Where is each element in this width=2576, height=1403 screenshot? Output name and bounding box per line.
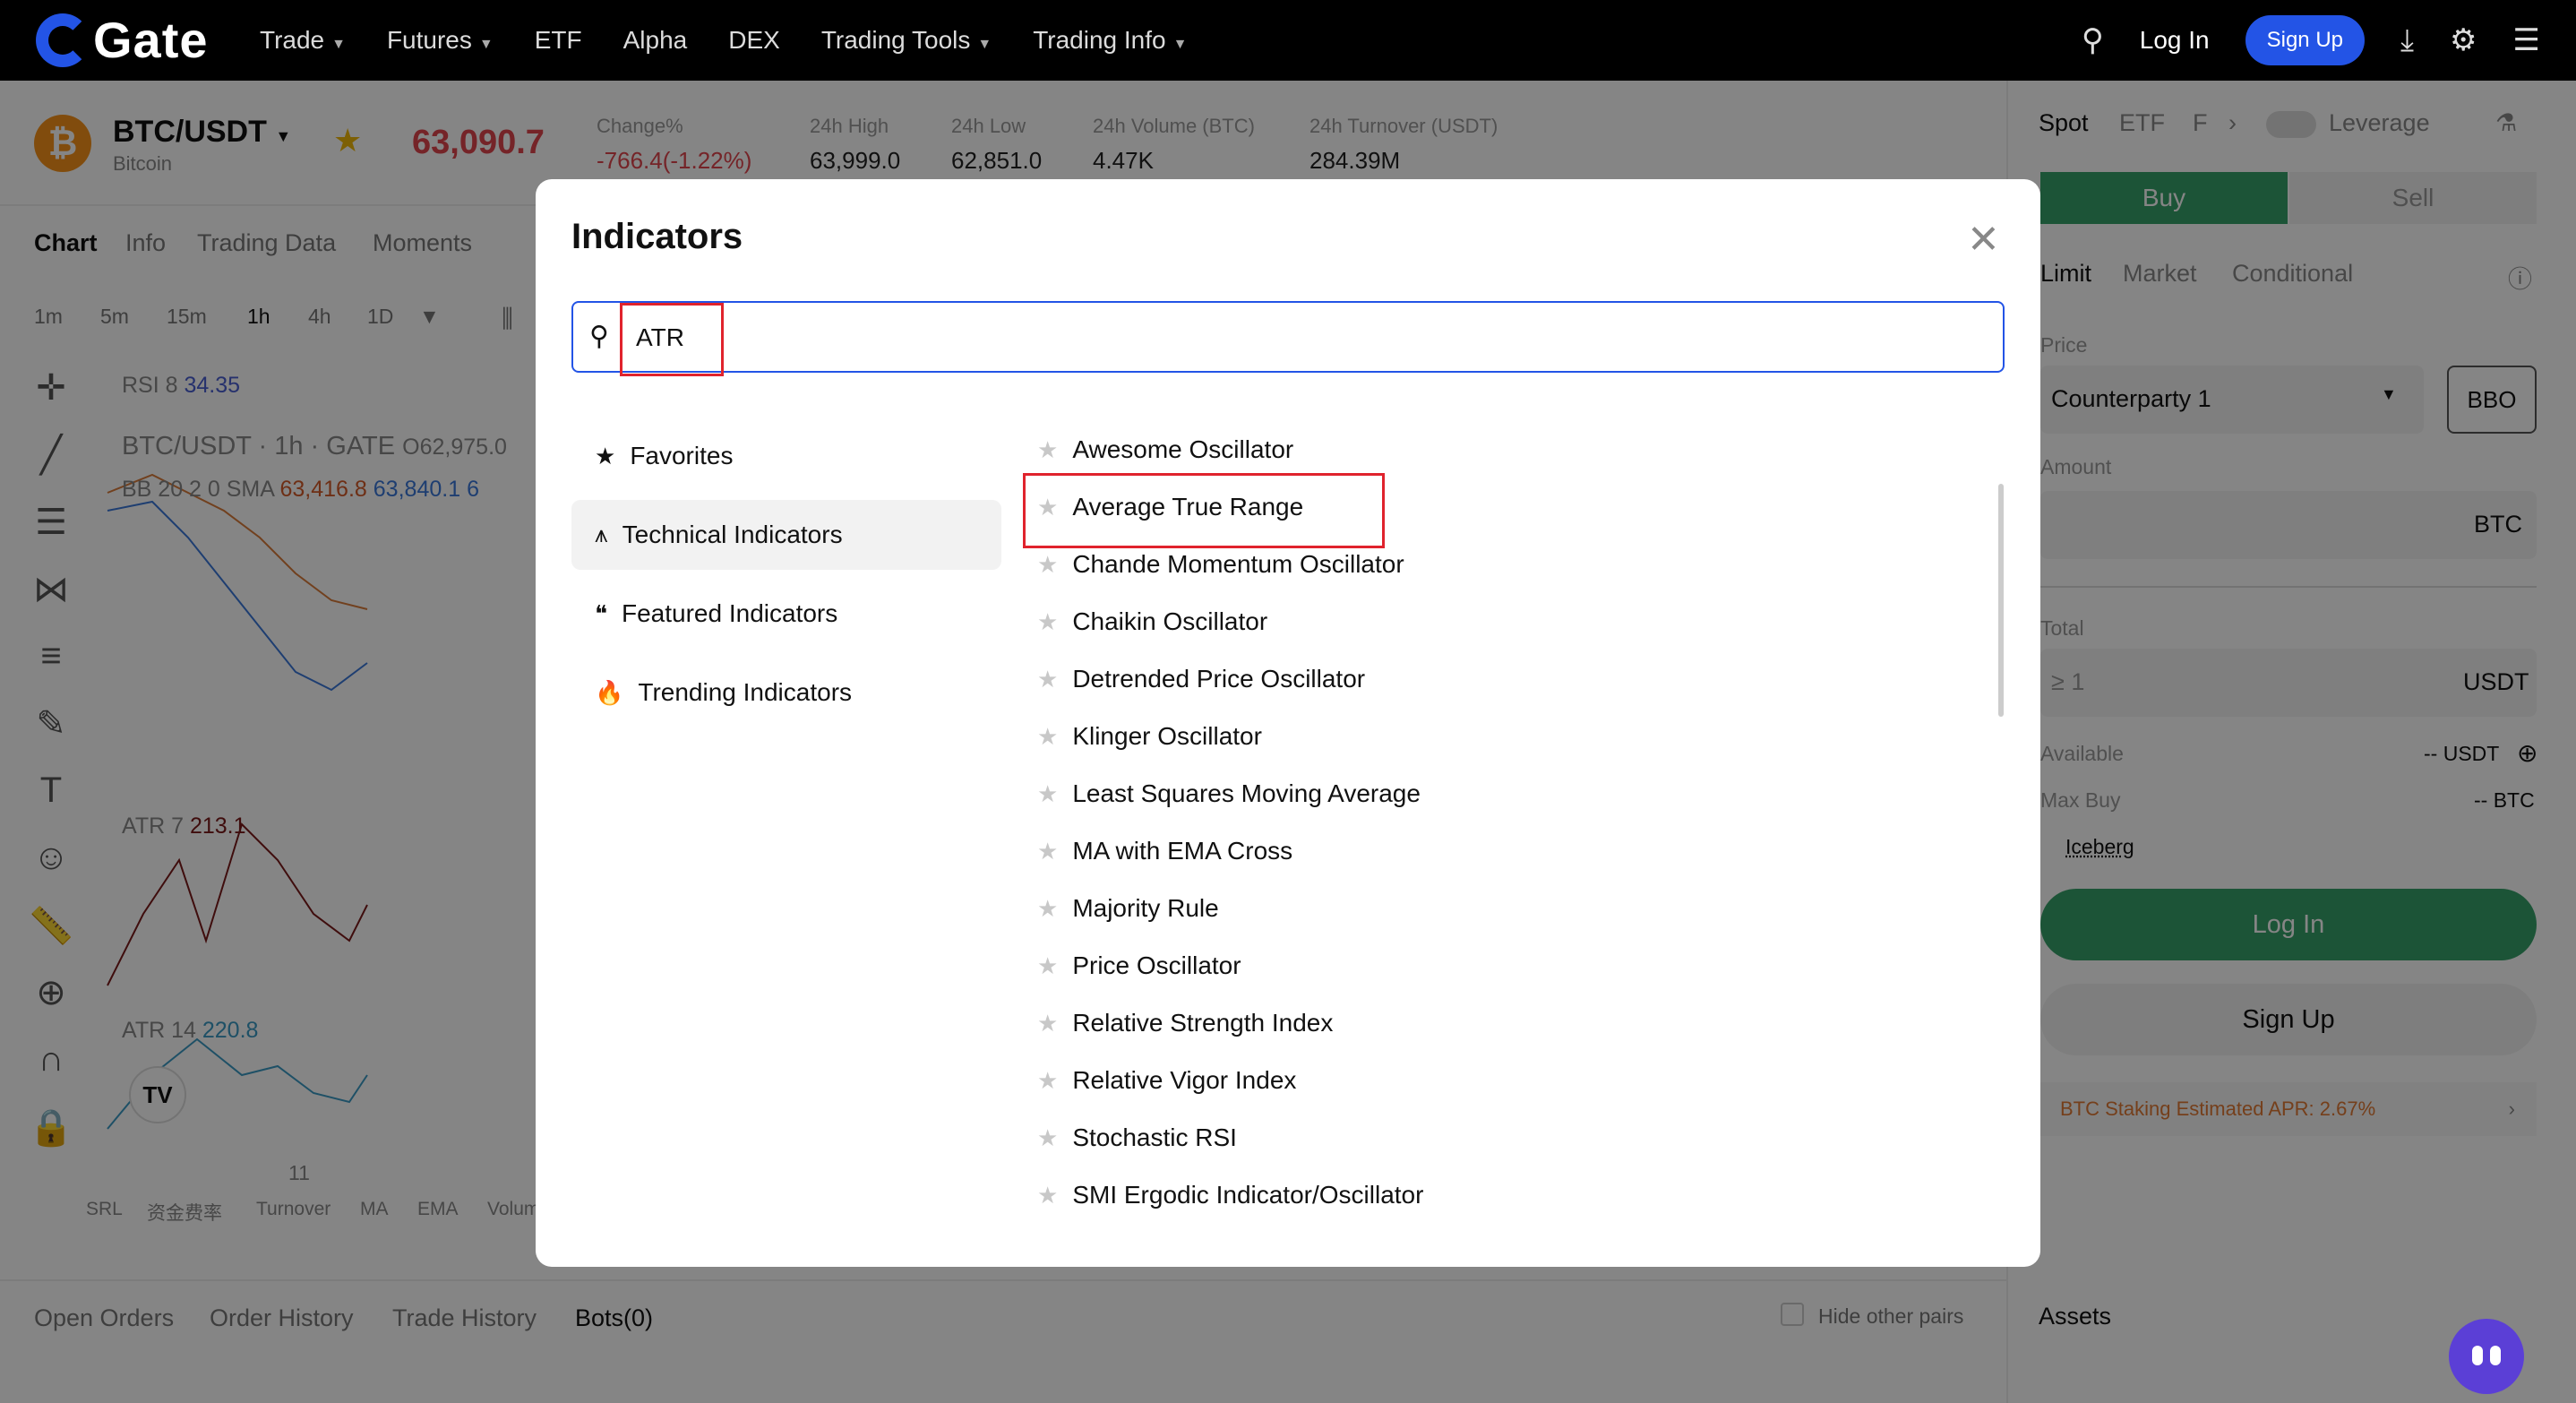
indicator-item[interactable]: ★ Least Squares Moving Average bbox=[1037, 776, 1421, 812]
indicator-search: ⚲ bbox=[571, 301, 2005, 373]
indicator-item[interactable]: ★ Chande Momentum Oscillator bbox=[1037, 547, 1404, 582]
indicator-search-input[interactable] bbox=[636, 315, 1979, 360]
settings-icon[interactable]: ⚙ bbox=[2450, 22, 2477, 58]
signup-button[interactable]: Sign Up bbox=[2245, 15, 2365, 65]
favorite-star-icon[interactable]: ★ bbox=[1037, 666, 1058, 693]
chevron-down-icon: ▼ bbox=[331, 37, 346, 52]
indicator-item[interactable]: ★ SMI Ergodic Indicator/Oscillator bbox=[1037, 1177, 1423, 1213]
indicator-name: SMI Ergodic Indicator/Oscillator bbox=[1072, 1181, 1424, 1209]
indicator-name: Majority Rule bbox=[1072, 894, 1219, 922]
favorite-star-icon[interactable]: ★ bbox=[1037, 1124, 1058, 1152]
menu-icon[interactable]: ☰ bbox=[2513, 22, 2540, 58]
indicator-item[interactable]: ★ Chaikin Oscillator bbox=[1037, 604, 1267, 640]
search-icon: ⚲ bbox=[589, 322, 609, 351]
close-icon[interactable]: ✕ bbox=[1967, 217, 2000, 263]
category-featured-indicators[interactable]: ❝ Featured Indicators bbox=[571, 579, 1001, 649]
category-label: Trending Indicators bbox=[638, 678, 853, 706]
indicator-item[interactable]: ★ Relative Strength Index bbox=[1037, 1005, 1333, 1041]
favorite-star-icon[interactable]: ★ bbox=[1037, 895, 1058, 923]
top-right-actions: ⚲ Log In Sign Up ⤓ ⚙ ☰ bbox=[2082, 0, 2540, 81]
indicator-item[interactable]: ★ Majority Rule bbox=[1037, 891, 1219, 926]
indicator-name: Klinger Oscillator bbox=[1072, 722, 1262, 750]
category-favorites[interactable]: ★ Favorites bbox=[571, 421, 1001, 491]
chat-assistant-icon[interactable] bbox=[2449, 1319, 2524, 1394]
modal-title: Indicators bbox=[571, 217, 743, 256]
indicator-name: Chande Momentum Oscillator bbox=[1072, 550, 1404, 578]
result-highlight-box bbox=[1023, 473, 1385, 548]
chevron-down-icon: ▼ bbox=[1172, 37, 1188, 52]
login-link[interactable]: Log In bbox=[2140, 26, 2210, 55]
favorite-star-icon[interactable]: ★ bbox=[1037, 436, 1058, 464]
indicator-name: Relative Strength Index bbox=[1072, 1009, 1334, 1037]
indicator-name: Least Squares Moving Average bbox=[1072, 779, 1421, 807]
favorite-star-icon[interactable]: ★ bbox=[1037, 1182, 1058, 1209]
nav-item-trading-info[interactable]: Trading Info ▼ bbox=[1033, 26, 1187, 55]
indicators-modal: Indicators ✕ ⚲ ★ Favorites ⩚ Technical Ind… bbox=[536, 179, 2040, 1267]
indicator-name: Chaikin Oscillator bbox=[1072, 607, 1268, 635]
search-highlight-box bbox=[620, 303, 724, 376]
category-label: Favorites bbox=[630, 442, 734, 469]
category-trending-indicators[interactable]: 🔥 Trending Indicators bbox=[571, 658, 1001, 727]
nav-label: Trade bbox=[260, 26, 325, 54]
indicator-name: Relative Vigor Index bbox=[1072, 1066, 1297, 1094]
download-icon[interactable]: ⤓ bbox=[2400, 23, 2414, 58]
indicator-item[interactable]: ★ Stochastic RSI bbox=[1037, 1120, 1237, 1156]
favorite-star-icon[interactable]: ★ bbox=[1037, 952, 1058, 980]
favorite-star-icon[interactable]: ★ bbox=[1037, 838, 1058, 865]
chevron-down-icon: ▼ bbox=[977, 37, 992, 52]
indicator-item[interactable]: ★ MA with EMA Cross bbox=[1037, 833, 1292, 869]
indicator-name: Stochastic RSI bbox=[1072, 1123, 1237, 1151]
gate-logo-icon bbox=[36, 13, 90, 67]
chart-icon: ⩚ bbox=[595, 521, 608, 547]
star-icon: ★ bbox=[595, 442, 616, 469]
results-scrollbar[interactable] bbox=[1998, 484, 2004, 717]
nav-item-futures[interactable]: Futures ▼ bbox=[387, 26, 494, 55]
favorite-star-icon[interactable]: ★ bbox=[1037, 780, 1058, 808]
category-label: Technical Indicators bbox=[622, 521, 843, 548]
nav-item-etf[interactable]: ETF bbox=[535, 26, 582, 55]
indicator-item[interactable]: ★ Relative Vigor Index bbox=[1037, 1063, 1296, 1098]
nav-item-dex[interactable]: DEX bbox=[728, 26, 780, 55]
favorite-star-icon[interactable]: ★ bbox=[1037, 1067, 1058, 1095]
indicator-name: Awesome Oscillator bbox=[1072, 435, 1294, 463]
indicator-item[interactable]: ★ Awesome Oscillator bbox=[1037, 432, 1293, 468]
favorite-star-icon[interactable]: ★ bbox=[1037, 723, 1058, 751]
search-icon[interactable]: ⚲ bbox=[2082, 22, 2104, 58]
gate-logo[interactable]: Gate bbox=[36, 11, 209, 69]
fire-icon: 🔥 bbox=[595, 678, 624, 706]
nav-label: Trading Tools bbox=[820, 26, 971, 54]
favorite-star-icon[interactable]: ★ bbox=[1037, 1010, 1058, 1037]
indicator-name: MA with EMA Cross bbox=[1072, 837, 1293, 865]
nav-item-trading-tools[interactable]: Trading Tools ▼ bbox=[821, 26, 992, 55]
category-label: Featured Indicators bbox=[622, 599, 838, 627]
indicator-item[interactable]: ★ Price Oscillator bbox=[1037, 948, 1241, 984]
indicator-item[interactable]: ★ Detrended Price Oscillator bbox=[1037, 661, 1365, 697]
indicator-name: Detrended Price Oscillator bbox=[1072, 665, 1366, 693]
nav-label: Futures bbox=[386, 26, 472, 54]
nav-item-trade[interactable]: Trade ▼ bbox=[260, 26, 346, 55]
quote-icon: ❝ bbox=[595, 599, 607, 627]
indicator-item[interactable]: ★ Klinger Oscillator bbox=[1037, 719, 1262, 754]
nav-label: Trading Info bbox=[1033, 26, 1166, 54]
chevron-down-icon: ▼ bbox=[478, 37, 494, 52]
logo-text: Gate bbox=[93, 12, 209, 68]
indicator-name: Price Oscillator bbox=[1072, 951, 1241, 979]
top-navbar: Gate Trade ▼ Futures ▼ ETF Alpha DEX Tradi… bbox=[0, 0, 2576, 81]
favorite-star-icon[interactable]: ★ bbox=[1037, 551, 1058, 579]
nav-item-alpha[interactable]: Alpha bbox=[623, 26, 688, 55]
category-technical-indicators[interactable]: ⩚ Technical Indicators bbox=[571, 500, 1001, 570]
main-nav: Trade ▼ Futures ▼ ETF Alpha DEX Trading To… bbox=[260, 0, 1187, 81]
favorite-star-icon[interactable]: ★ bbox=[1037, 608, 1058, 636]
